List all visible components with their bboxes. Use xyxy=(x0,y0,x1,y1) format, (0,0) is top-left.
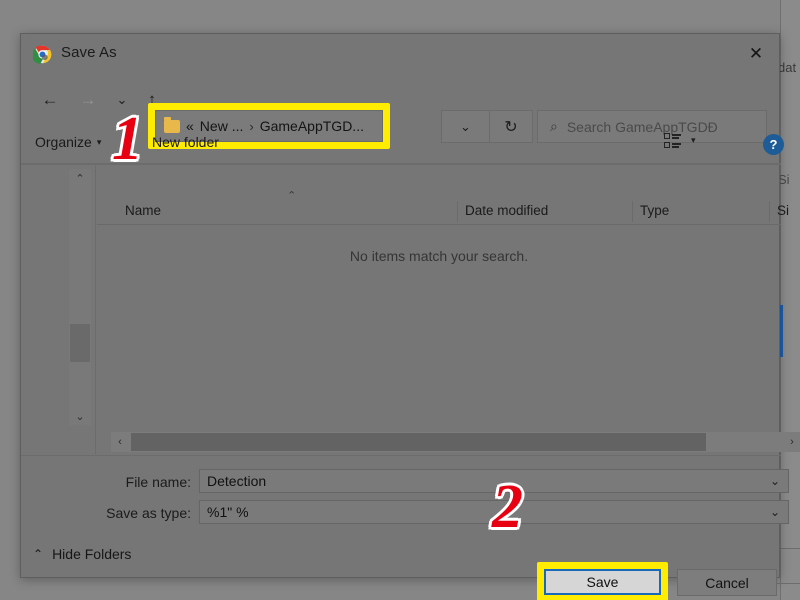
column-header-type[interactable]: Type xyxy=(640,203,669,218)
empty-state-message: No items match your search. xyxy=(349,248,529,264)
annotation-step-2: 2 xyxy=(490,471,526,544)
scroll-down-icon[interactable]: ⌄ xyxy=(69,407,91,425)
annotation-step-1: 1 xyxy=(110,103,146,176)
column-headers: ⌃ Name Date modified Type Si xyxy=(97,190,789,225)
file-browser-content: ⌃ ⌄ ⌃ Name Date modified Type Si No item… xyxy=(21,164,789,456)
save-as-type-label: Save as type: xyxy=(106,505,191,521)
forward-icon[interactable]: → xyxy=(73,84,103,116)
save-button[interactable]: Save xyxy=(544,569,661,595)
chevron-down-icon: ▾ xyxy=(96,136,102,147)
nav-pane-divider[interactable] xyxy=(95,164,96,454)
view-mode-button[interactable]: ▾ xyxy=(664,133,696,148)
scroll-right-icon[interactable]: › xyxy=(783,432,800,452)
scroll-left-icon[interactable]: ‹ xyxy=(111,432,129,452)
sort-ascending-icon: ⌃ xyxy=(287,190,297,202)
organize-label: Organize xyxy=(35,134,92,150)
chevron-up-icon: ⌃ xyxy=(33,547,44,561)
column-header-name[interactable]: Name xyxy=(125,203,161,218)
back-icon[interactable]: ← xyxy=(35,84,65,116)
nav-pane-scrollbar[interactable]: ⌃ ⌄ xyxy=(69,169,91,425)
content-bottom-divider xyxy=(21,455,781,456)
chevron-down-icon: ▾ xyxy=(691,135,696,145)
column-header-date-modified[interactable]: Date modified xyxy=(465,203,548,218)
file-name-label: File name: xyxy=(125,474,191,490)
chevron-down-icon[interactable]: ⌄ xyxy=(770,505,780,519)
dialog-title: Save As xyxy=(61,44,117,61)
chrome-icon xyxy=(33,45,52,64)
file-list-horizontal-scrollbar[interactable]: ‹ › xyxy=(111,432,800,452)
column-divider[interactable] xyxy=(457,201,458,222)
new-folder-button[interactable]: New folder xyxy=(152,134,219,150)
close-icon[interactable]: ✕ xyxy=(733,34,779,74)
column-divider[interactable] xyxy=(769,201,770,222)
help-icon[interactable]: ? xyxy=(763,134,784,155)
background-date-label: dat xyxy=(778,60,797,75)
dialog-footer: ⌃ Hide Folders Save Cancel xyxy=(21,534,781,600)
save-as-type-value: %1" % xyxy=(207,504,249,520)
cancel-button[interactable]: Cancel xyxy=(677,569,777,596)
organize-button[interactable]: Organize ▾ xyxy=(35,134,101,150)
file-name-value: Detection xyxy=(207,473,267,489)
column-header-size[interactable]: Si xyxy=(777,203,789,218)
list-view-icon xyxy=(664,133,681,148)
nav-pane-scroll-thumb[interactable] xyxy=(70,324,90,362)
hide-folders-label: Hide Folders xyxy=(52,546,132,562)
chevron-down-icon[interactable]: ⌄ xyxy=(770,474,780,488)
dialog-titlebar: Save As ✕ xyxy=(21,34,779,74)
column-divider[interactable] xyxy=(632,201,633,222)
hide-folders-button[interactable]: ⌃ Hide Folders xyxy=(33,546,131,562)
horizontal-scroll-thumb[interactable] xyxy=(131,433,706,451)
scroll-up-icon[interactable]: ⌃ xyxy=(69,169,91,187)
